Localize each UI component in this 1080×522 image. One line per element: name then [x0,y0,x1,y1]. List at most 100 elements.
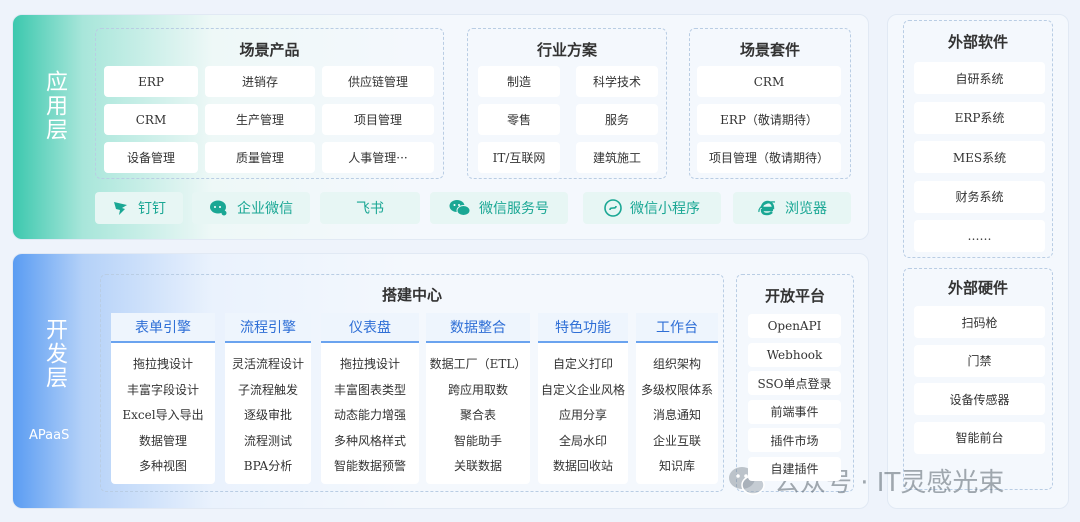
build-feature-item: 知识库 [658,459,695,473]
build-feature-item: 智能数据预警 [333,459,406,473]
industry-title: 行业方案 [536,41,597,59]
build-feature-item: 聚合表 [459,408,496,422]
channel-label: 微信服务号 [479,201,549,217]
industry-item[interactable]: 科学技术 [576,66,658,97]
build-feature-item: 多种视图 [138,459,187,473]
open-platform-item[interactable]: OpenAPI [748,314,841,338]
build-column-title[interactable]: 工作台 [636,313,718,343]
scene-product-item[interactable]: 人事管理··· [322,142,434,173]
scene-product-item[interactable]: 供应链管理 [322,66,434,97]
dingtalk-icon [114,202,127,215]
build-feature-item: 关联数据 [453,459,502,473]
build-center-title: 搭建中心 [381,286,442,304]
build-column-title[interactable]: 仪表盘 [321,313,419,343]
external-software-item[interactable]: ERP系统 [914,101,1045,134]
open-platform-item[interactable]: 自建插件 [748,456,841,481]
build-feature-item: 企业互联 [652,433,701,448]
build-column: 工作台组织架构多级权限体系 消息通知企业互联知识库 [636,313,718,484]
dev-layer-label: 开发层 [42,318,67,390]
build-column: 流程引擎 灵活流程设计 子流程触发 逐级审批 流程测试 BPA分析 [225,313,311,484]
channel-wechat-miniprogram[interactable]: 微信小程序 [583,192,721,224]
build-feature-item: 智能助手 [453,433,502,448]
build-feature-item: 多级权限体系 [640,382,713,397]
open-platform-item[interactable]: SSO单点登录 [748,371,841,395]
channel-dingtalk[interactable]: 钉钉 [95,192,183,224]
build-feature-item: 丰富字段设计 [126,382,199,397]
channel-label: 飞书 [356,201,384,217]
external-hardware-item[interactable]: 智能前台 [914,421,1045,454]
open-platform-title: 开放平台 [764,287,825,305]
external-software-item[interactable]: MES系统 [914,141,1045,173]
external-hardware-title: 外部硬件 [947,279,1008,297]
channel-label: 微信小程序 [630,201,700,217]
external-software-item[interactable]: 自研系统 [914,62,1045,94]
app-layer-label: 应用层 [42,70,67,142]
build-feature-item: 数据管理 [138,433,187,448]
scene-product-item[interactable]: 设备管理 [104,142,198,173]
build-feature-item: Excel导入导出 [122,408,204,422]
build-feature-item: 动态能力增强 [333,408,406,422]
channel-browser[interactable]: 浏览器 [733,192,851,224]
build-column-title[interactable]: 表单引擎 [111,313,215,343]
external-software-item[interactable]: 财务系统 [914,180,1045,213]
industry-item[interactable]: 建筑施工 [576,142,658,173]
build-feature-item: BPA分析 [243,459,293,473]
channel-label: 企业微信 [237,201,293,217]
open-platform-item[interactable]: 插件市场 [748,428,841,452]
scene-products-title: 场景产品 [239,41,300,59]
industry-item[interactable]: 制造 [478,66,560,97]
build-column: 数据整合数据工厂（ETL） 跨应用取数聚合表智能助手关联数据 [426,313,530,484]
suite-item[interactable]: ERP（敬请期待） [697,104,841,135]
build-feature-item: 自定义打印 [552,357,613,371]
wechat-icon [449,200,471,216]
build-column: 仪表盘 拖拉拽设计 丰富图表类型 动态能力增强 多种风格样式 智能数据预警 [321,313,419,484]
suites-title: 场景套件 [739,41,800,59]
channel-wecom[interactable]: 企业微信 [192,192,310,224]
miniprogram-icon [604,199,622,217]
scene-product-item[interactable]: CRM [104,104,198,135]
build-feature-item: 拖拉拽设计 [132,357,193,371]
apaas-label: APaaS [29,428,70,443]
build-column-title[interactable]: 流程引擎 [225,313,311,343]
build-feature-item: 应用分享 [558,408,607,422]
scene-product-item[interactable]: 进销存 [205,66,315,97]
external-hardware-group: 外部硬件 [903,268,1053,490]
build-feature-item: 跨应用取数 [447,382,508,397]
external-software-item[interactable]: …… [914,220,1045,252]
wecom-icon [210,200,227,216]
build-feature-item: 自定义企业风格 [540,382,625,397]
build-column-title[interactable]: 特色功能 [538,313,628,343]
suite-item[interactable]: 项目管理（敬请期待） [697,142,841,173]
build-feature-item: 灵活流程设计 [231,357,304,371]
build-column: 特色功能自定义打印自定义企业风格 应用分享全局水印数据回收站 [538,313,628,484]
suite-item[interactable]: CRM [697,66,841,97]
scene-product-item[interactable]: 质量管理 [205,142,315,173]
browser-icon [758,200,776,216]
open-platform-item[interactable]: 前端事件 [748,399,841,424]
scene-product-item[interactable]: ERP [104,66,198,97]
build-feature-item: 组织架构 [652,357,701,371]
build-feature-item: 逐级审批 [243,408,292,422]
industry-item[interactable]: 服务 [576,104,658,135]
build-feature-item: 子流程触发 [237,382,298,397]
open-platform-item[interactable]: Webhook [748,342,841,367]
industry-item[interactable]: IT/互联网 [478,142,560,173]
external-hardware-item[interactable]: 设备传感器 [914,383,1045,415]
build-feature-item: 丰富图表类型 [333,382,406,397]
channel-feishu[interactable]: 飞书 [320,192,420,224]
external-hardware-item[interactable]: 扫码枪 [914,306,1045,338]
external-hardware-item[interactable]: 门禁 [914,344,1045,377]
scene-product-item[interactable]: 生产管理 [205,104,315,135]
scene-product-item[interactable]: 项目管理 [322,104,434,135]
build-column: 表单引擎拖拉拽设计丰富字段设计 Excel导入导出 数据管理多种视图 [111,313,215,484]
build-feature-item: 数据回收站 [552,459,613,473]
external-software-title: 外部软件 [947,33,1008,51]
build-feature-item: 全局水印 [558,433,607,448]
build-feature-item: 消息通知 [652,408,701,422]
build-column-title[interactable]: 数据整合 [426,313,530,343]
channel-label: 钉钉 [138,201,166,217]
build-feature-item: 多种风格样式 [333,433,406,448]
industry-item[interactable]: 零售 [478,104,560,135]
channel-wechat-service[interactable]: 微信服务号 [430,192,568,224]
build-feature-item: 数据工厂（ETL） [429,357,527,371]
